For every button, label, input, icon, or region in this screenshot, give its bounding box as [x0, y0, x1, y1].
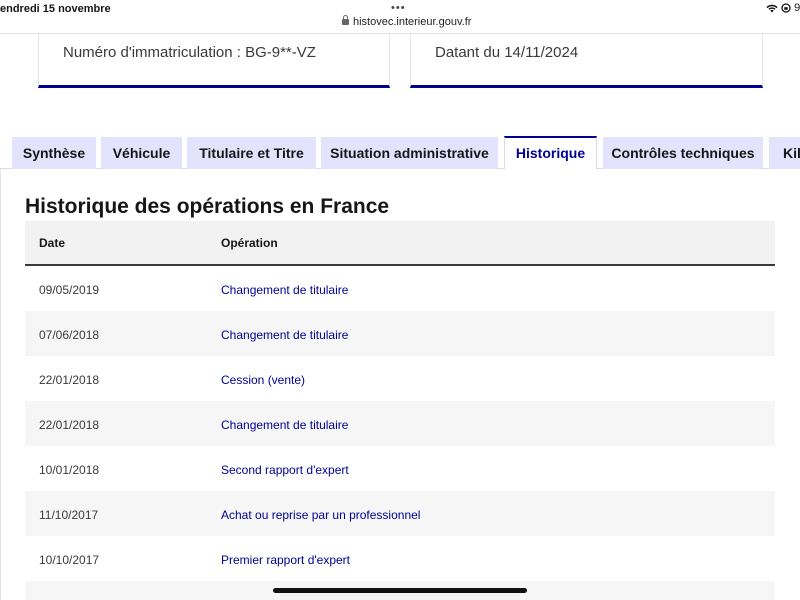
section-title: Historique des opérations en France — [25, 195, 390, 218]
tab-titulaire-et-titre[interactable]: Titulaire et Titre — [187, 137, 316, 169]
registration-card: Numéro d'immatriculation : BG-9**-VZ — [38, 34, 390, 88]
tab-vehicule[interactable]: Véhicule — [101, 137, 182, 169]
row-operation-link[interactable]: Premier rapport d'expert — [221, 553, 350, 567]
rotation-lock-icon — [781, 3, 791, 13]
lock-icon — [342, 15, 349, 25]
table-row: 11/10/2017 Achat ou reprise par un profe… — [25, 491, 775, 536]
table-row: 09/05/2019 Changement de titulaire — [25, 266, 775, 311]
tab-controles-techniques[interactable]: Contrôles techniques — [603, 137, 763, 169]
table-row: 22/01/2018 Changement de titulaire — [25, 401, 775, 446]
tab-historique[interactable]: Historique — [504, 136, 597, 170]
table-row: 10/01/2018 Second rapport d'expert — [25, 446, 775, 491]
row-operation-link[interactable]: Achat ou reprise par un professionnel — [221, 508, 420, 522]
column-header-operation: Opération — [221, 236, 278, 250]
report-date-card: Datant du 14/11/2024 — [410, 34, 763, 88]
row-operation-link[interactable]: Cession (vente) — [221, 373, 305, 387]
tab-kilometrage[interactable]: Kilométrage — [769, 137, 800, 169]
table-header: Date Opération — [25, 221, 775, 266]
status-date: endredi 15 novembre — [0, 3, 111, 15]
row-date: 22/01/2018 — [39, 373, 100, 387]
battery-level: 9 — [794, 2, 800, 14]
tab-synthese[interactable]: Synthèse — [12, 137, 96, 169]
row-date: 10/01/2018 — [39, 463, 100, 477]
table-row: 22/01/2018 Cession (vente) — [25, 356, 775, 401]
address-bar[interactable]: histovec.interieur.gouv.fr — [342, 15, 472, 28]
wifi-icon — [766, 4, 778, 13]
row-operation-link[interactable]: Changement de titulaire — [221, 283, 348, 297]
table-row: 07/06/2018 Changement de titulaire — [25, 311, 775, 356]
row-date: 10/10/2017 — [39, 553, 100, 567]
row-operation-link[interactable]: Changement de titulaire — [221, 328, 348, 342]
tab-situation-administrative[interactable]: Situation administrative — [321, 137, 498, 169]
report-date: Datant du 14/11/2024 — [435, 44, 579, 61]
row-date: 11/10/2017 — [39, 508, 99, 522]
row-date: 22/01/2018 — [39, 418, 100, 432]
home-indicator[interactable] — [273, 588, 527, 593]
status-bar: endredi 15 novembre ••• histovec.interie… — [0, 0, 800, 34]
status-icons: 9 — [766, 2, 800, 14]
tab-bar: Synthèse Véhicule Titulaire et Titre Sit… — [0, 136, 800, 170]
browser-more-icon[interactable]: ••• — [391, 2, 406, 14]
column-header-date: Date — [39, 236, 66, 250]
row-date: 09/05/2019 — [39, 283, 100, 297]
registration-number: Numéro d'immatriculation : BG-9**-VZ — [63, 44, 316, 61]
row-operation-link[interactable]: Second rapport d'expert — [221, 463, 349, 477]
row-date: 07/06/2018 — [39, 328, 100, 342]
table-row: 10/10/2017 Premier rapport d'expert — [25, 536, 775, 581]
operations-table: Date Opération 09/05/2019 Changement de … — [25, 221, 775, 600]
row-operation-link[interactable]: Changement de titulaire — [221, 418, 348, 432]
url-text: histovec.interieur.gouv.fr — [353, 16, 472, 28]
